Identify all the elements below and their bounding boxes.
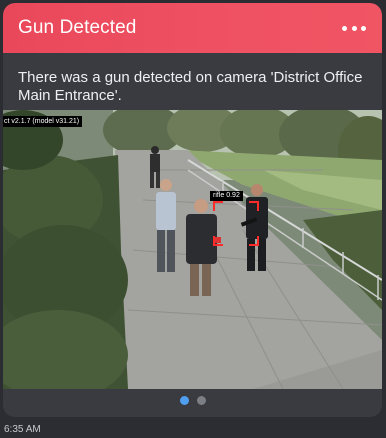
more-options-button[interactable] <box>342 20 366 36</box>
box-corner <box>249 236 259 246</box>
camera-snapshot[interactable]: ct v2.1.7 (model v31.21) rifle 0.92 <box>3 110 382 389</box>
page-indicator <box>3 396 382 406</box>
notification-card[interactable]: Gun Detected There was a gun detected on… <box>3 3 382 417</box>
notification-timestamp: 6:35 AM <box>4 424 41 435</box>
camera-scene <box>3 110 382 389</box>
detection-bounding-box <box>213 201 259 246</box>
box-corner <box>213 201 223 211</box>
screen: Gun Detected There was a gun detected on… <box>0 0 386 438</box>
model-version-label: ct v2.1.7 (model v31.21) <box>3 116 83 127</box>
more-horizontal-icon <box>361 25 366 31</box>
page-dot-2[interactable] <box>196 396 206 405</box>
box-corner <box>213 236 223 246</box>
page-dot-1[interactable] <box>179 396 189 405</box>
box-corner <box>249 201 259 211</box>
detection-label: rifle 0.92 <box>210 191 243 201</box>
more-horizontal-icon <box>342 25 347 31</box>
alert-title: Gun Detected <box>18 17 137 38</box>
more-horizontal-icon <box>351 25 357 31</box>
card-header: Gun Detected <box>3 3 382 53</box>
alert-message: There was a gun detected on camera 'Dist… <box>18 69 363 104</box>
